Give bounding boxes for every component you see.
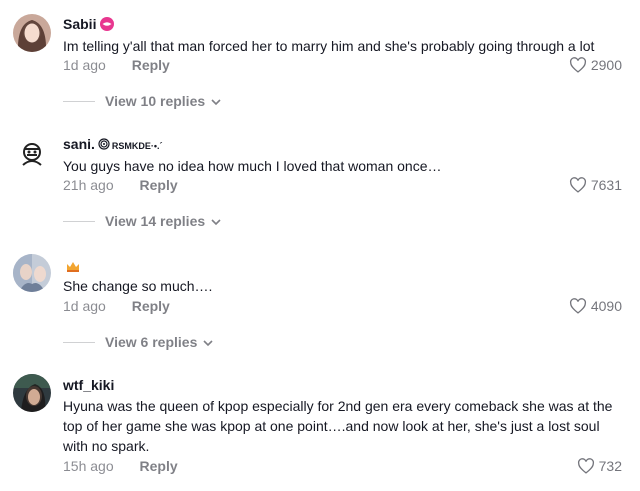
view-replies-button[interactable]: View 10 replies xyxy=(63,93,221,109)
avatar[interactable] xyxy=(13,254,51,292)
view-replies-button[interactable]: View 14 replies xyxy=(63,213,221,229)
view-replies-button[interactable]: View 6 replies xyxy=(63,334,213,350)
comment-meta: 15h ago Reply xyxy=(63,458,178,474)
comment-time: 15h ago xyxy=(63,458,114,474)
username[interactable]: wtf_kiki xyxy=(63,377,114,393)
divider xyxy=(63,220,95,222)
avatar[interactable] xyxy=(13,374,51,412)
comment-meta: 1d ago Reply xyxy=(63,298,170,314)
comment-meta: 1d ago Reply xyxy=(63,57,170,73)
chevron-down-icon xyxy=(211,213,221,229)
comment-time: 21h ago xyxy=(63,177,114,193)
lips-icon xyxy=(99,16,115,34)
comment-text: Hyuna was the queen of kpop especially f… xyxy=(63,398,613,454)
heart-icon xyxy=(569,177,587,193)
spiral-icon xyxy=(98,137,110,153)
comment-time: 1d ago xyxy=(63,57,106,73)
comment-text: Im telling y'all that man forced her to … xyxy=(63,38,595,54)
username-suffix: RSMKDE·•.´ xyxy=(111,141,163,151)
comment-meta: 21h ago Reply xyxy=(63,177,178,193)
like-button[interactable]: 732 xyxy=(577,458,622,474)
reply-button[interactable]: Reply xyxy=(132,57,170,73)
chevron-down-icon xyxy=(211,93,221,109)
reply-button[interactable]: Reply xyxy=(140,177,178,193)
comment-time: 1d ago xyxy=(63,298,106,314)
like-button[interactable]: 2900 xyxy=(569,57,622,73)
comment-text: She change so much…. xyxy=(63,278,213,294)
username[interactable] xyxy=(63,258,80,275)
avatar[interactable] xyxy=(13,14,51,52)
divider xyxy=(63,100,95,102)
like-count: 2900 xyxy=(590,57,622,73)
reply-button[interactable]: Reply xyxy=(132,298,170,314)
comment-text: You guys have no idea how much I loved t… xyxy=(63,158,442,174)
heart-icon xyxy=(569,57,587,73)
like-button[interactable]: 4090 xyxy=(569,298,622,314)
avatar[interactable] xyxy=(13,135,51,173)
divider xyxy=(63,341,95,343)
like-count: 7631 xyxy=(590,177,622,193)
heart-icon xyxy=(569,298,587,314)
heart-icon xyxy=(577,458,595,474)
like-count: 732 xyxy=(598,458,622,474)
username[interactable]: Sabii xyxy=(63,16,115,34)
username[interactable]: sani. RSMKDE·•.´ xyxy=(63,136,163,153)
crown-icon xyxy=(66,259,80,275)
like-button[interactable]: 7631 xyxy=(569,177,622,193)
like-count: 4090 xyxy=(590,298,622,314)
chevron-down-icon xyxy=(203,334,213,350)
reply-button[interactable]: Reply xyxy=(140,458,178,474)
